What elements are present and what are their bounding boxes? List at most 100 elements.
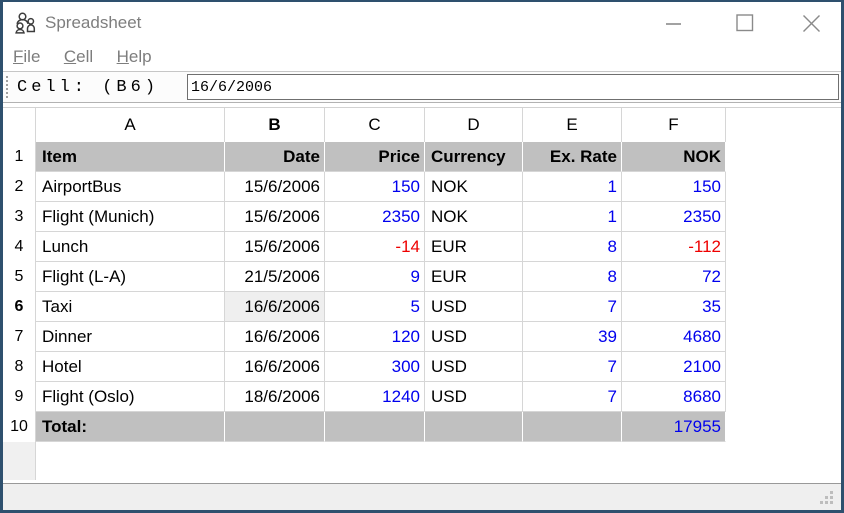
cell-B10[interactable] xyxy=(225,412,325,442)
cell-C1[interactable]: Price xyxy=(325,142,425,172)
cell-D5[interactable]: EUR xyxy=(425,262,523,292)
cell-A6[interactable]: Taxi xyxy=(36,292,225,322)
row-header-10[interactable]: 10 xyxy=(3,412,36,442)
row-header-6[interactable]: 6 xyxy=(3,292,36,322)
column-header-F[interactable]: F xyxy=(622,108,726,142)
cell-A7[interactable]: Dinner xyxy=(36,322,225,352)
cell-F5[interactable]: 72 xyxy=(622,262,726,292)
cell-F2[interactable]: 150 xyxy=(622,172,726,202)
cell-E9[interactable]: 7 xyxy=(523,382,622,412)
window-title: Spreadsheet xyxy=(45,13,141,33)
row-header-4[interactable]: 4 xyxy=(3,232,36,262)
cell-D4[interactable]: EUR xyxy=(425,232,523,262)
cell-C7[interactable]: 120 xyxy=(325,322,425,352)
cell-C9[interactable]: 1240 xyxy=(325,382,425,412)
cell-B3[interactable]: 15/6/2006 xyxy=(225,202,325,232)
cell-D1[interactable]: Currency xyxy=(425,142,523,172)
row-header-5[interactable]: 5 xyxy=(3,262,36,292)
cell-C8[interactable]: 300 xyxy=(325,352,425,382)
row-header-1[interactable]: 1 xyxy=(3,142,36,172)
cell-F4[interactable]: -112 xyxy=(622,232,726,262)
cell-D6[interactable]: USD xyxy=(425,292,523,322)
cell-A4[interactable]: Lunch xyxy=(36,232,225,262)
column-header-C[interactable]: C xyxy=(325,108,425,142)
cell-A1[interactable]: Item xyxy=(36,142,225,172)
menubar: File Cell Help xyxy=(3,44,841,72)
row-header-8[interactable]: 8 xyxy=(3,352,36,382)
cell-F7[interactable]: 4680 xyxy=(622,322,726,352)
cell-B5[interactable]: 21/5/2006 xyxy=(225,262,325,292)
menu-item-cell[interactable]: Cell xyxy=(64,44,93,70)
grid-row-6: 6Taxi16/6/20065USD735 xyxy=(3,292,841,322)
grid-row-9: 9Flight (Oslo)18/6/20061240USD78680 xyxy=(3,382,841,412)
cell-F1[interactable]: NOK xyxy=(622,142,726,172)
cell-B9[interactable]: 18/6/2006 xyxy=(225,382,325,412)
cell-E5[interactable]: 8 xyxy=(523,262,622,292)
cell-E1[interactable]: Ex. Rate xyxy=(523,142,622,172)
cell-F9[interactable]: 8680 xyxy=(622,382,726,412)
row-header-2[interactable]: 2 xyxy=(3,172,36,202)
grid-row-2: 2AirportBus15/6/2006150NOK1150 xyxy=(3,172,841,202)
cell-C3[interactable]: 2350 xyxy=(325,202,425,232)
formula-bar: Cell: (B6) xyxy=(3,72,841,103)
column-header-D[interactable]: D xyxy=(425,108,523,142)
cell-E3[interactable]: 1 xyxy=(523,202,622,232)
grid-row-4: 4Lunch15/6/2006-14EUR8-112 xyxy=(3,232,841,262)
grid-row-5: 5Flight (L-A)21/5/20069EUR872 xyxy=(3,262,841,292)
maximize-button[interactable] xyxy=(709,2,781,44)
cell-A9[interactable]: Flight (Oslo) xyxy=(36,382,225,412)
cell-E7[interactable]: 39 xyxy=(523,322,622,352)
minimize-button[interactable] xyxy=(637,2,709,44)
cell-E2[interactable]: 1 xyxy=(523,172,622,202)
cell-E10[interactable] xyxy=(523,412,622,442)
row-header-7[interactable]: 7 xyxy=(3,322,36,352)
cell-A2[interactable]: AirportBus xyxy=(36,172,225,202)
users-group-icon xyxy=(13,11,37,35)
cell-F6[interactable]: 35 xyxy=(622,292,726,322)
menu-item-help[interactable]: Help xyxy=(117,44,152,70)
cell-B8[interactable]: 16/6/2006 xyxy=(225,352,325,382)
cell-C2[interactable]: 150 xyxy=(325,172,425,202)
app-window: Spreadsheet File Cell Help xyxy=(0,0,844,513)
cell-B2[interactable]: 15/6/2006 xyxy=(225,172,325,202)
cell-E6[interactable]: 7 xyxy=(523,292,622,322)
cell-B1[interactable]: Date xyxy=(225,142,325,172)
cell-B7[interactable]: 16/6/2006 xyxy=(225,322,325,352)
close-icon xyxy=(802,14,821,33)
corner-cell[interactable] xyxy=(3,108,36,142)
cell-F10[interactable]: 17955 xyxy=(622,412,726,442)
row-header-3[interactable]: 3 xyxy=(3,202,36,232)
cell-C6[interactable]: 5 xyxy=(325,292,425,322)
cell-A3[interactable]: Flight (Munich) xyxy=(36,202,225,232)
column-header-B[interactable]: B xyxy=(225,108,325,142)
cell-A8[interactable]: Hotel xyxy=(36,352,225,382)
column-header-E[interactable]: E xyxy=(523,108,622,142)
cell-B4[interactable]: 15/6/2006 xyxy=(225,232,325,262)
cell-E8[interactable]: 7 xyxy=(523,352,622,382)
horizontal-scrollbar-area[interactable] xyxy=(3,483,841,510)
column-header-A[interactable]: A xyxy=(36,108,225,142)
cell-D3[interactable]: NOK xyxy=(425,202,523,232)
cell-A5[interactable]: Flight (L-A) xyxy=(36,262,225,292)
cell-D9[interactable]: USD xyxy=(425,382,523,412)
cell-D8[interactable]: USD xyxy=(425,352,523,382)
row-header-9[interactable]: 9 xyxy=(3,382,36,412)
cell-F8[interactable]: 2100 xyxy=(622,352,726,382)
cell-D2[interactable]: NOK xyxy=(425,172,523,202)
menu-item-file[interactable]: File xyxy=(13,44,40,70)
cell-C10[interactable] xyxy=(325,412,425,442)
cell-D7[interactable]: USD xyxy=(425,322,523,352)
resize-grip-icon[interactable] xyxy=(820,491,834,505)
cell-B6[interactable]: 16/6/2006 xyxy=(225,292,325,322)
close-button[interactable] xyxy=(781,2,841,44)
toolbar-grip-icon[interactable] xyxy=(6,76,8,98)
cell-E4[interactable]: 8 xyxy=(523,232,622,262)
titlebar: Spreadsheet xyxy=(3,2,841,44)
cell-C5[interactable]: 9 xyxy=(325,262,425,292)
formula-input[interactable] xyxy=(187,74,839,100)
grid-row-10: 10Total: 17955 xyxy=(3,412,841,442)
cell-C4[interactable]: -14 xyxy=(325,232,425,262)
cell-A10[interactable]: Total: xyxy=(36,412,225,442)
cell-D10[interactable] xyxy=(425,412,523,442)
cell-F3[interactable]: 2350 xyxy=(622,202,726,232)
